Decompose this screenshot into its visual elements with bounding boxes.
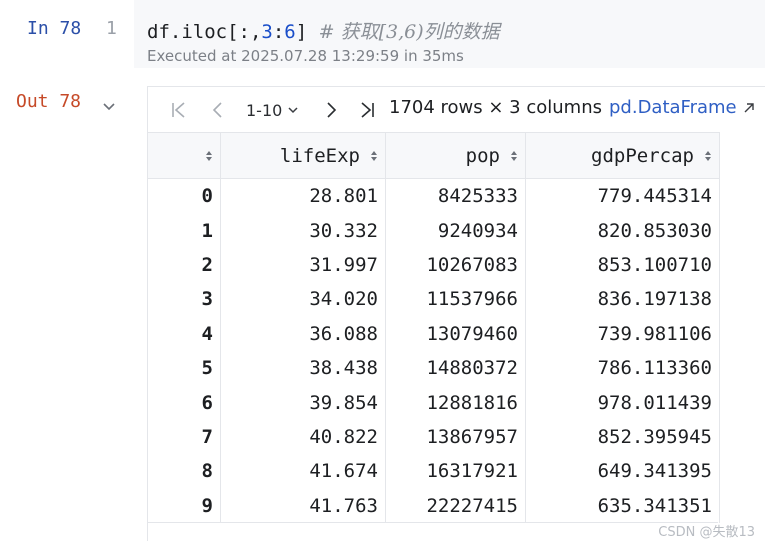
sort-icon bbox=[206, 150, 212, 161]
row-index[interactable]: 4 bbox=[147, 316, 221, 351]
cell-lifeexp[interactable]: 28.801 bbox=[220, 178, 386, 214]
column-header-lifeexp[interactable]: lifeExp bbox=[220, 132, 386, 179]
sort-icon bbox=[371, 150, 377, 161]
code-text: df.iloc[:, bbox=[147, 21, 262, 43]
row-index[interactable]: 9 bbox=[147, 488, 221, 523]
code-editor-line[interactable]: df.iloc[:,3:6] # 获取[3,6)列的数据 bbox=[147, 17, 500, 44]
cell-gdppercap[interactable]: 779.445314 bbox=[525, 178, 720, 214]
cell-pop[interactable]: 12881816 bbox=[385, 385, 526, 420]
table-row: 1 30.332 9240934 820.853030 bbox=[147, 213, 720, 248]
cell-gdppercap[interactable]: 649.341395 bbox=[525, 454, 720, 489]
row-index[interactable]: 8 bbox=[147, 454, 221, 489]
table-row: 7 40.822 13867957 852.395945 bbox=[147, 419, 720, 455]
cell-lifeexp[interactable]: 41.763 bbox=[220, 488, 386, 523]
input-prompt-label: In 78 bbox=[27, 18, 82, 39]
cell-lifeexp[interactable]: 40.822 bbox=[220, 419, 386, 455]
row-index[interactable]: 6 bbox=[147, 385, 221, 420]
code-text: ] bbox=[295, 21, 319, 43]
cell-lifeexp[interactable]: 31.997 bbox=[220, 247, 386, 283]
sort-icon bbox=[511, 150, 517, 161]
table-row: 4 36.088 13079460 739.981106 bbox=[147, 316, 720, 351]
rows-columns-info: 1704 rows × 3 columns bbox=[389, 97, 602, 118]
watermark: CSDN @失散13 bbox=[658, 525, 755, 540]
column-header-label: pop bbox=[465, 144, 500, 167]
cell-lifeexp[interactable]: 39.854 bbox=[220, 385, 386, 420]
row-index[interactable]: 0 bbox=[147, 178, 221, 214]
cell-lifeexp[interactable]: 38.438 bbox=[220, 350, 386, 386]
cell-gdppercap[interactable]: 739.981106 bbox=[525, 316, 720, 351]
row-index[interactable]: 3 bbox=[147, 282, 221, 317]
row-index[interactable]: 1 bbox=[147, 213, 221, 248]
first-page-icon[interactable] bbox=[170, 101, 188, 119]
line-number: 1 bbox=[106, 18, 117, 39]
cell-lifeexp[interactable]: 41.674 bbox=[220, 454, 386, 489]
column-header-pop[interactable]: pop bbox=[385, 132, 526, 179]
code-number: 3 bbox=[261, 21, 273, 43]
cell-pop[interactable]: 9240934 bbox=[385, 213, 526, 248]
cell-pop[interactable]: 13079460 bbox=[385, 316, 526, 351]
cell-gdppercap[interactable]: 853.100710 bbox=[525, 247, 720, 283]
table-row: 5 38.438 14880372 786.113360 bbox=[147, 350, 720, 386]
external-link-icon[interactable] bbox=[743, 102, 755, 114]
cell-gdppercap[interactable]: 852.395945 bbox=[525, 419, 720, 455]
cell-pop[interactable]: 11537966 bbox=[385, 282, 526, 317]
dataframe-table: lifeExp pop gdpPercap 0 28.801 8425333 779.… bbox=[147, 132, 720, 523]
table-row: 9 41.763 22227415 635.341351 bbox=[147, 488, 720, 523]
page-range-select[interactable]: 1-10 bbox=[246, 98, 299, 122]
table-row: 2 31.997 10267083 853.100710 bbox=[147, 247, 720, 283]
cell-pop[interactable]: 10267083 bbox=[385, 247, 526, 283]
cell-gdppercap[interactable]: 635.341351 bbox=[525, 488, 720, 523]
table-row: 6 39.854 12881816 978.011439 bbox=[147, 385, 720, 420]
page-range-value: 1-10 bbox=[246, 100, 283, 120]
table-footer bbox=[147, 522, 718, 541]
code-text: : bbox=[272, 21, 285, 43]
cell-pop[interactable]: 22227415 bbox=[385, 488, 526, 523]
table-row: 8 41.674 16317921 649.341395 bbox=[147, 454, 720, 489]
column-header-label: lifeExp bbox=[279, 144, 360, 167]
table-row: 0 28.801 8425333 779.445314 bbox=[147, 178, 720, 214]
row-index[interactable]: 2 bbox=[147, 247, 221, 283]
column-header-gdppercap[interactable]: gdpPercap bbox=[525, 132, 720, 179]
cell-pop[interactable]: 13867957 bbox=[385, 419, 526, 455]
cell-gdppercap[interactable]: 836.197138 bbox=[525, 282, 720, 317]
table-row: 3 34.020 11537966 836.197138 bbox=[147, 282, 720, 317]
chevron-down-icon[interactable] bbox=[102, 100, 116, 114]
execution-info: Executed at 2025.07.28 13:29:59 in 35ms bbox=[147, 47, 464, 65]
row-index[interactable]: 5 bbox=[147, 350, 221, 386]
cell-lifeexp[interactable]: 36.088 bbox=[220, 316, 386, 351]
previous-page-icon[interactable] bbox=[209, 101, 227, 119]
code-comment: # 获取[3,6)列的数据 bbox=[318, 21, 500, 43]
index-column-header[interactable] bbox=[147, 132, 221, 179]
row-index[interactable]: 7 bbox=[147, 419, 221, 455]
cell-gdppercap[interactable]: 786.113360 bbox=[525, 350, 720, 386]
code-number: 6 bbox=[284, 21, 296, 43]
sort-icon bbox=[705, 150, 711, 161]
column-header-label: gdpPercap bbox=[591, 144, 694, 167]
cell-lifeexp[interactable]: 30.332 bbox=[220, 213, 386, 248]
table-header-row: lifeExp pop gdpPercap bbox=[147, 132, 720, 179]
cell-pop[interactable]: 14880372 bbox=[385, 350, 526, 386]
chevron-down-icon bbox=[288, 107, 298, 114]
cell-pop[interactable]: 8425333 bbox=[385, 178, 526, 214]
next-page-icon[interactable] bbox=[322, 101, 340, 119]
cell-gdppercap[interactable]: 978.011439 bbox=[525, 385, 720, 420]
last-page-icon[interactable] bbox=[358, 101, 376, 119]
cell-gdppercap[interactable]: 820.853030 bbox=[525, 213, 720, 248]
dataframe-type-link[interactable]: pd.DataFrame bbox=[609, 97, 737, 118]
cell-lifeexp[interactable]: 34.020 bbox=[220, 282, 386, 317]
cell-pop[interactable]: 16317921 bbox=[385, 454, 526, 489]
output-prompt-label: Out 78 bbox=[16, 91, 82, 112]
